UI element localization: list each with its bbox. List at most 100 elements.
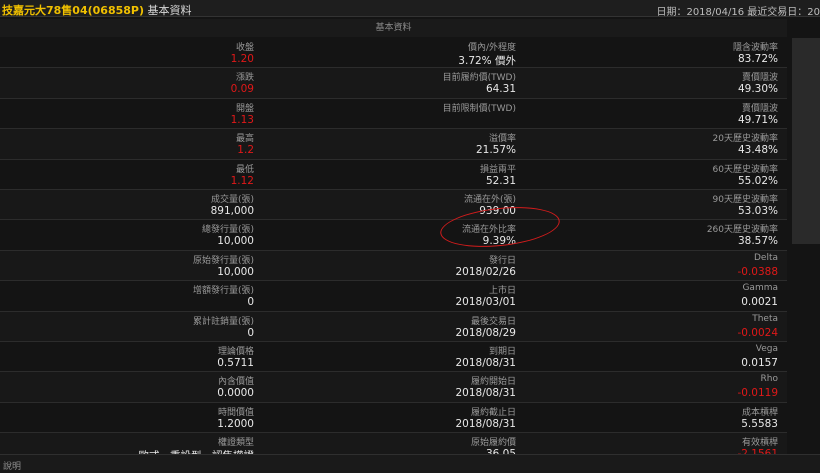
data-cell: 60天歷史波動率 55.02% (524, 160, 786, 189)
table-row: 最低 1.12 損益兩平 52.31 60天歷史波動率 55.02% (0, 160, 787, 190)
page-title: 技嘉元大78售04(06858P) 基本資料 (2, 2, 192, 18)
field-value: 2018/02/26 (455, 265, 516, 278)
field-value: 0.0157 (741, 356, 778, 369)
data-cell: 90天歷史波動率 53.03% (524, 190, 786, 219)
field-label: 上市日 (488, 286, 516, 297)
field-label: 發行日 (488, 255, 516, 266)
table-row: 收盤 1.20 價內/外程度 3.72% 價外 隱含波動率 83.72% (0, 38, 787, 69)
data-cell: 溢價率 21.57% (262, 129, 524, 158)
data-cell: 目前限制價(TWD) (262, 99, 524, 128)
table-row: 最高 1.2 溢價率 21.57% 20天歷史波動率 43.48% (0, 129, 787, 160)
field-value: 2018/08/31 (455, 387, 516, 400)
field-label: 20天歷史波動率 (712, 134, 778, 145)
field-label: Vega (755, 343, 778, 354)
field-value: 2018/08/31 (455, 417, 516, 430)
table-row: 原始發行量(張) 10,000 發行日 2018/02/26 Delta -0.0388 (0, 250, 787, 282)
field-value: 0.0021 (741, 296, 778, 309)
data-cell: 原始發行量(張) 10,000 (0, 251, 262, 280)
data-cell: 累計註銷量(張) 0 (0, 312, 262, 341)
title-suffix: 基本資料 (144, 4, 192, 17)
field-value: 1.2000 (217, 417, 254, 430)
field-label: 內含價值 (217, 377, 254, 388)
data-cell: 隱含波動率 83.72% (524, 38, 786, 67)
data-cell: 260天歷史波動率 38.57% (524, 220, 786, 249)
field-value: 43.48% (737, 144, 778, 157)
data-cell: 增額發行量(張) 0 (0, 281, 262, 310)
field-value: -0.0024 (737, 326, 778, 339)
data-cell: 最後交易日 2018/08/29 (262, 312, 524, 341)
field-value: 49.71% (737, 113, 778, 126)
field-value: 0.5711 (217, 356, 254, 369)
data-cell: Delta -0.0388 (524, 251, 786, 280)
scrollbar[interactable] (792, 38, 820, 244)
field-value: 55.02% (737, 174, 778, 187)
field-label: 目前履約價(TWD) (442, 73, 516, 84)
field-label: 成交量(張) (210, 194, 254, 205)
field-label: 開盤 (235, 103, 254, 114)
field-label: 收盤 (235, 43, 254, 53)
field-value: -0.0388 (737, 265, 778, 278)
footer-label: 說明 (3, 462, 22, 472)
data-cell: 賣價隱波 49.30% (524, 68, 786, 97)
footer-bar: 說明 (0, 454, 820, 473)
data-cell: 發行日 2018/02/26 (262, 251, 524, 280)
field-value: 21.57% (475, 144, 516, 157)
data-cell: 成交量(張) 891,000 (0, 190, 262, 219)
field-label: 累計註銷量(張) (192, 316, 254, 327)
field-label: 到期日 (488, 346, 516, 357)
field-label: Delta (753, 252, 778, 263)
field-label: 賣價隱波 (741, 73, 778, 84)
field-label: 權證類型 (217, 438, 254, 449)
field-label: 履約開始日 (470, 377, 516, 388)
field-value: -0.0119 (737, 387, 778, 400)
field-value: 64.31 (485, 83, 516, 96)
field-value: 0.0000 (217, 387, 254, 400)
section-title: 基本資料 (0, 19, 787, 37)
field-label: 目前限制價(TWD) (442, 103, 516, 114)
field-value: 891,000 (210, 204, 254, 217)
field-value: 1.12 (230, 174, 254, 187)
field-value: 1.13 (230, 113, 254, 126)
field-label: 最後交易日 (470, 316, 516, 327)
data-cell: 成本槓桿 5.5583 (524, 403, 786, 432)
data-cell: 20天歷史波動率 43.48% (524, 129, 786, 158)
basic-info-grid: 收盤 1.20 價內/外程度 3.72% 價外 隱含波動率 83.72% 漲跌 0.09 目前履… (0, 38, 787, 464)
data-cell: Theta -0.0024 (524, 312, 786, 341)
field-label: 成本槓桿 (741, 407, 778, 418)
data-cell: 漲跌 0.09 (0, 68, 262, 97)
data-cell: 賣價隱波 49.71% (524, 99, 786, 128)
table-row: 增額發行量(張) 0 上市日 2018/03/01 Gamma 0.0021 (0, 281, 787, 312)
data-cell: 收盤 1.20 (0, 38, 262, 67)
field-label: Rho (760, 374, 778, 385)
field-label: 260天歷史波動率 (706, 225, 778, 236)
field-label: 時間價值 (217, 407, 254, 418)
field-value: 0 (247, 296, 254, 309)
data-cell: 內含價值 0.0000 (0, 372, 262, 401)
data-cell: 總發行量(張) 10,000 (0, 220, 262, 249)
field-label: Theta (752, 313, 778, 324)
field-label: Gamma (742, 283, 778, 294)
field-value: 49.30% (737, 83, 778, 96)
field-label: 流通在外(張) (463, 194, 516, 205)
field-label: 履約截止日 (470, 407, 516, 418)
field-label: 損益兩平 (479, 164, 516, 175)
field-value: 52.31 (485, 174, 516, 187)
field-value: 1.20 (230, 53, 254, 65)
field-label: 增額發行量(張) (192, 286, 254, 297)
data-cell: 損益兩平 52.31 (262, 160, 524, 189)
header-bar: 技嘉元大78售04(06858P) 基本資料 日期：2018/04/16 最近交… (0, 0, 820, 18)
field-label: 溢價率 (488, 134, 516, 145)
table-row: 開盤 1.13 目前限制價(TWD) 賣價隱波 49.71% (0, 99, 787, 130)
data-cell: 最高 1.2 (0, 129, 262, 158)
table-row: 累計註銷量(張) 0 最後交易日 2018/08/29 Theta -0.0024 (0, 311, 787, 342)
data-cell: 最低 1.12 (0, 160, 262, 189)
table-row: 總發行量(張) 10,000 流通在外比率 9.39% 260天歷史波動率 38.57% (0, 220, 787, 251)
field-value: 3.72% 價外 (458, 55, 516, 67)
field-value: 0 (247, 326, 254, 339)
data-cell: 履約截止日 2018/08/31 (262, 403, 524, 432)
data-cell: 理論價格 0.5711 (0, 342, 262, 371)
field-label: 隱含波動率 (732, 43, 778, 53)
field-value: 0.09 (230, 83, 254, 96)
data-cell: Vega 0.0157 (524, 342, 786, 371)
table-row: 時間價值 1.2000 履約截止日 2018/08/31 成本槓桿 5.5583 (0, 403, 787, 434)
